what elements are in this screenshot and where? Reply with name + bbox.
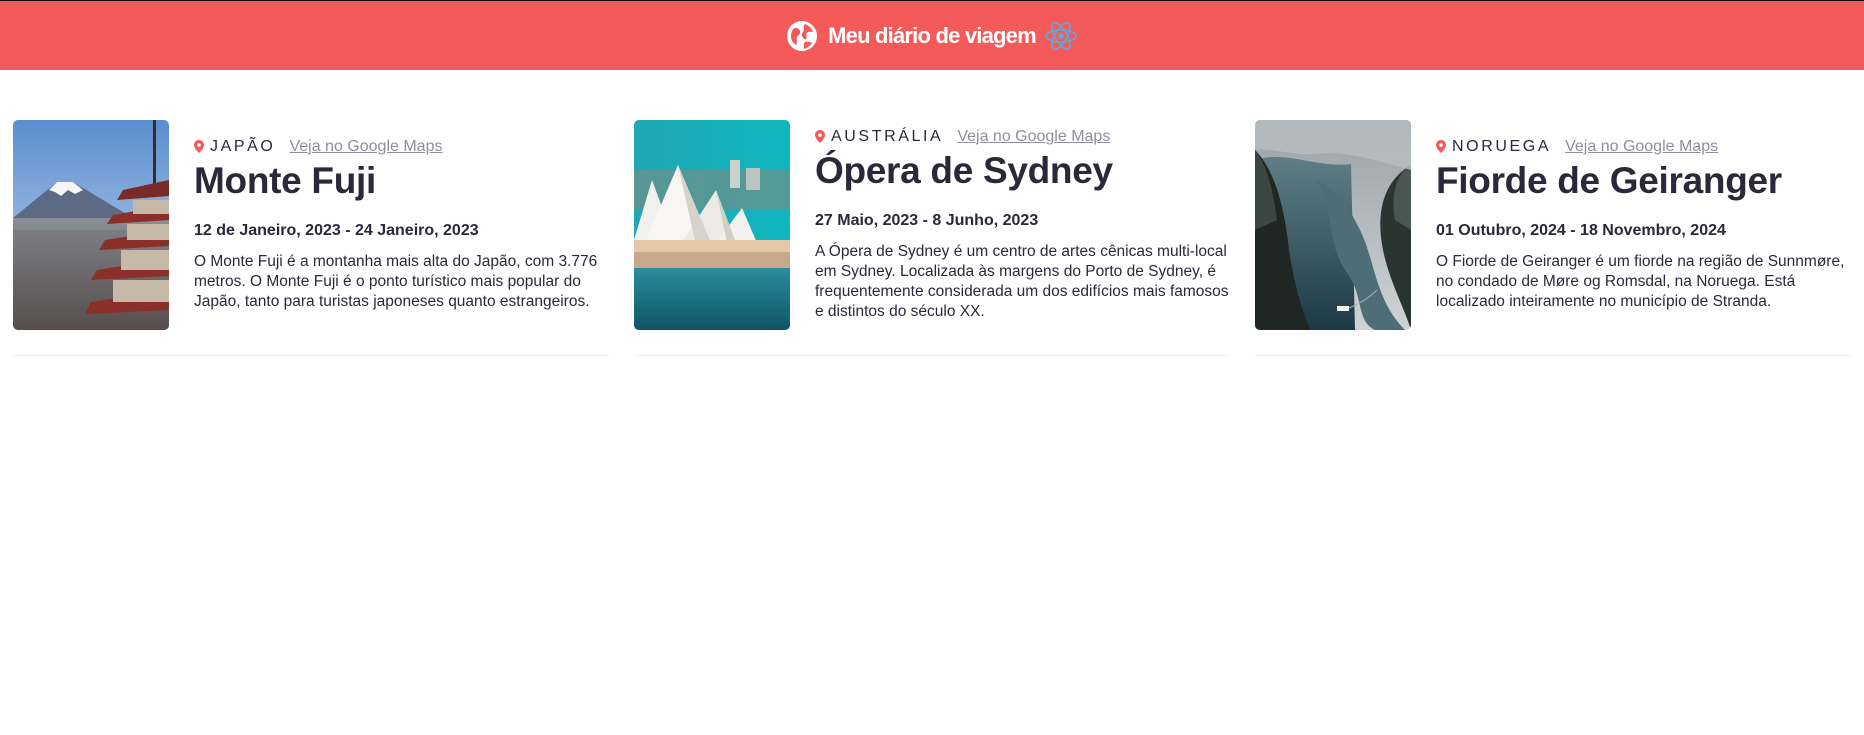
place-description: A Ópera de Sydney é um centro de artes c…: [815, 242, 1229, 320]
trip-dates: 27 Maio, 2023 - 8 Junho, 2023: [815, 211, 1039, 229]
react-logo-icon: [1045, 21, 1077, 50]
entry-info: JAPÃO Veja no Google Maps Monte Fuji 12 …: [194, 138, 609, 312]
place-title: Fiorde de Geiranger: [1436, 159, 1782, 201]
entry-photo-sydney-opera-house: [634, 119, 790, 330]
location-line: AUSTRÁLIA Veja no Google Maps: [815, 128, 1230, 146]
google-maps-link[interactable]: Veja no Google Maps: [289, 138, 442, 156]
country-label: AUSTRÁLIA: [831, 127, 944, 145]
country-label: NORUEGA: [1452, 137, 1552, 155]
entry-photo-geiranger-fjord: [1255, 119, 1411, 330]
trip-dates: 01 Outubro, 2024 - 18 Novembro, 2024: [1436, 221, 1726, 239]
entry-info: AUSTRÁLIA Veja no Google Maps Ópera de S…: [815, 128, 1230, 322]
place-title: Ópera de Sydney: [815, 149, 1113, 191]
place-description: O Monte Fuji é a montanha mais alta do J…: [194, 252, 598, 310]
entry-photo-mount-fuji: [13, 119, 169, 330]
location-pin-icon: [194, 140, 204, 153]
location-line: NORUEGA Veja no Google Maps: [1436, 138, 1851, 156]
country-label: JAPÃO: [210, 137, 276, 155]
globe-icon: [787, 20, 818, 51]
location-pin-icon: [1436, 140, 1446, 153]
entries-list: JAPÃO Veja no Google Maps Monte Fuji 12 …: [13, 119, 1864, 356]
entry-info: NORUEGA Veja no Google Maps Fiorde de Ge…: [1436, 138, 1851, 312]
entry-card: NORUEGA Veja no Google Maps Fiorde de Ge…: [1255, 119, 1851, 356]
entry-card: AUSTRÁLIA Veja no Google Maps Ópera de S…: [634, 119, 1230, 356]
google-maps-link[interactable]: Veja no Google Maps: [1565, 138, 1718, 156]
trip-dates: 12 de Janeiro, 2023 - 24 Janeiro, 2023: [194, 221, 479, 239]
google-maps-link[interactable]: Veja no Google Maps: [957, 128, 1110, 146]
place-description: O Fiorde de Geiranger é um fiorde na reg…: [1436, 252, 1845, 310]
app-header: Meu diário de viagem: [0, 0, 1864, 70]
app-title: Meu diário de viagem: [828, 22, 1037, 48]
location-pin-icon: [815, 130, 825, 143]
place-title: Monte Fuji: [194, 159, 376, 201]
entry-card: JAPÃO Veja no Google Maps Monte Fuji 12 …: [13, 119, 609, 356]
location-line: JAPÃO Veja no Google Maps: [194, 138, 609, 156]
